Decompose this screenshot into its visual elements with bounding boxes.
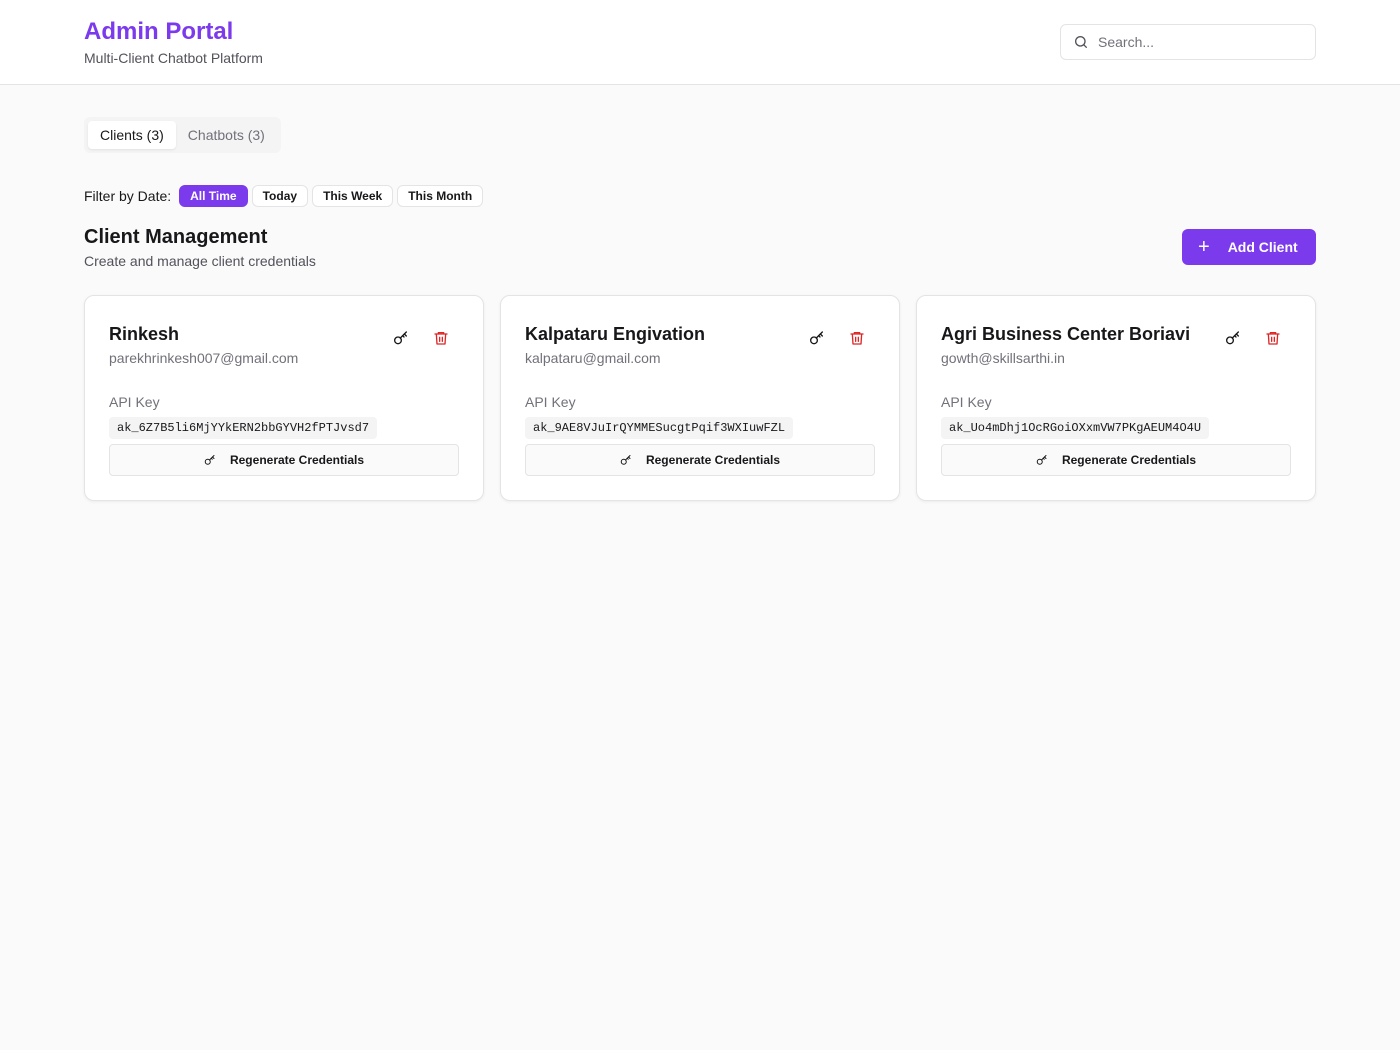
regenerate-credentials-button[interactable]: Regenerate Credentials	[109, 444, 459, 476]
delete-client-button[interactable]	[431, 328, 451, 348]
section-title: Client Management	[84, 226, 268, 248]
key-icon	[394, 331, 407, 345]
client-name: Kalpataru Engivation	[525, 324, 706, 344]
tab-list: Clients (3) Chatbots (3)	[84, 117, 281, 153]
delete-client-button[interactable]	[847, 328, 867, 348]
api-key-label: API Key	[525, 394, 576, 410]
tab-clients[interactable]: Clients (3)	[88, 121, 176, 149]
regenerate-label: Regenerate Credentials	[645, 453, 781, 467]
filter-today[interactable]: Today	[251, 185, 309, 207]
search-icon	[1075, 36, 1087, 48]
key-icon	[810, 331, 823, 345]
filter-this-week[interactable]: This Week	[312, 185, 394, 207]
app-title: Admin Portal	[84, 18, 234, 45]
view-key-button[interactable]	[807, 328, 827, 348]
filter-this-month[interactable]: This Month	[397, 185, 484, 207]
plus-icon: +	[1198, 236, 1210, 258]
key-icon	[1226, 331, 1239, 345]
app-header: Admin Portal Multi-Client Chatbot Platfo…	[0, 0, 1400, 85]
client-card: Kalpataru Engivation kalpataru@gmail.com…	[500, 295, 900, 501]
client-card-list: Rinkesh parekhrinkesh007@gmail.com API K…	[84, 295, 1316, 501]
regenerate-credentials-button[interactable]: Regenerate Credentials	[941, 444, 1291, 476]
regenerate-credentials-button[interactable]: Regenerate Credentials	[525, 444, 875, 476]
client-email: kalpataru@gmail.com	[525, 350, 661, 366]
section-subtitle: Create and manage client credentials	[84, 253, 316, 269]
key-icon	[1036, 455, 1047, 465]
api-key-value: ak_Uo4mDhj1OcRGoiOXxmVW7PKgAEUM4O4U	[941, 417, 1210, 439]
app-subtitle: Multi-Client Chatbot Platform	[84, 50, 263, 66]
api-key-label: API Key	[941, 394, 992, 410]
client-name: Rinkesh	[109, 324, 180, 344]
client-email: parekhrinkesh007@gmail.com	[109, 350, 299, 366]
client-name: Agri Business Center Boriavi	[941, 324, 1191, 344]
filter-all-time[interactable]: All Time	[179, 185, 248, 207]
regenerate-label: Regenerate Credentials	[1061, 453, 1197, 467]
client-card: Agri Business Center Boriavi gowth@skill…	[916, 295, 1316, 501]
delete-client-button[interactable]	[1263, 328, 1283, 348]
trash-icon	[1266, 332, 1280, 345]
brand: Admin Portal Multi-Client Chatbot Platfo…	[84, 18, 263, 66]
add-client-label: Add Client	[1227, 239, 1298, 255]
view-key-button[interactable]	[1223, 328, 1243, 348]
api-key-label: API Key	[109, 394, 160, 410]
view-key-button[interactable]	[391, 328, 411, 348]
search-input[interactable]	[1098, 34, 1298, 50]
client-card: Rinkesh parekhrinkesh007@gmail.com API K…	[84, 295, 484, 501]
tab-chatbots[interactable]: Chatbots (3)	[176, 121, 277, 149]
trash-icon	[850, 332, 864, 345]
key-icon	[204, 455, 215, 465]
api-key-value: ak_9AE8VJuIrQYMMESucgtPqif3WXIuwFZL	[525, 417, 794, 439]
key-icon	[620, 455, 631, 465]
regenerate-label: Regenerate Credentials	[229, 453, 365, 467]
add-client-button[interactable]: + Add Client	[1182, 229, 1316, 265]
client-email: gowth@skillsarthi.in	[941, 350, 1065, 366]
filter-label: Filter by Date:	[84, 188, 172, 204]
api-key-value: ak_6Z7B5li6MjYYkERN2bbGYVH2fPTJvsd7	[109, 417, 378, 439]
search-box[interactable]	[1060, 24, 1316, 60]
trash-icon	[434, 332, 448, 345]
date-filter: Filter by Date: All Time Today This Week…	[84, 185, 487, 207]
